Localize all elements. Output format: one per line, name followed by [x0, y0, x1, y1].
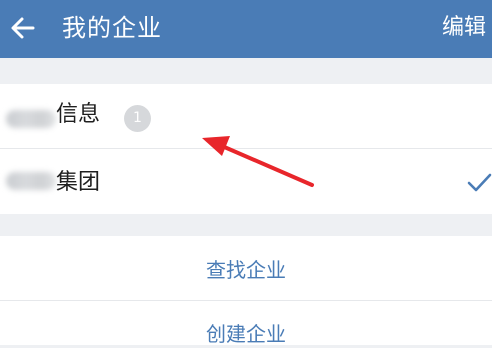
blurred-company-prefix — [6, 110, 56, 128]
create-company-button[interactable]: 创建企业 — [0, 320, 492, 348]
edit-button[interactable]: 编辑 — [442, 12, 486, 44]
company-item-selected[interactable]: 集团 — [0, 150, 492, 214]
company-item[interactable]: 信息 1 — [0, 86, 492, 150]
company-name: 集团 — [56, 170, 101, 195]
company-name: 信息 — [56, 102, 101, 127]
checkmark-icon — [466, 170, 492, 196]
page-title: 我的企业 — [62, 14, 162, 42]
unread-count-badge: 1 — [124, 105, 151, 132]
find-company-button[interactable]: 查找企业 — [0, 256, 492, 284]
app-header: 我的企业 编辑 — [0, 0, 492, 58]
blurred-company-prefix — [6, 172, 56, 190]
back-button[interactable] — [6, 11, 40, 45]
actions-divider — [0, 300, 492, 301]
arrow-left-icon — [11, 17, 35, 39]
list-divider — [0, 148, 492, 149]
